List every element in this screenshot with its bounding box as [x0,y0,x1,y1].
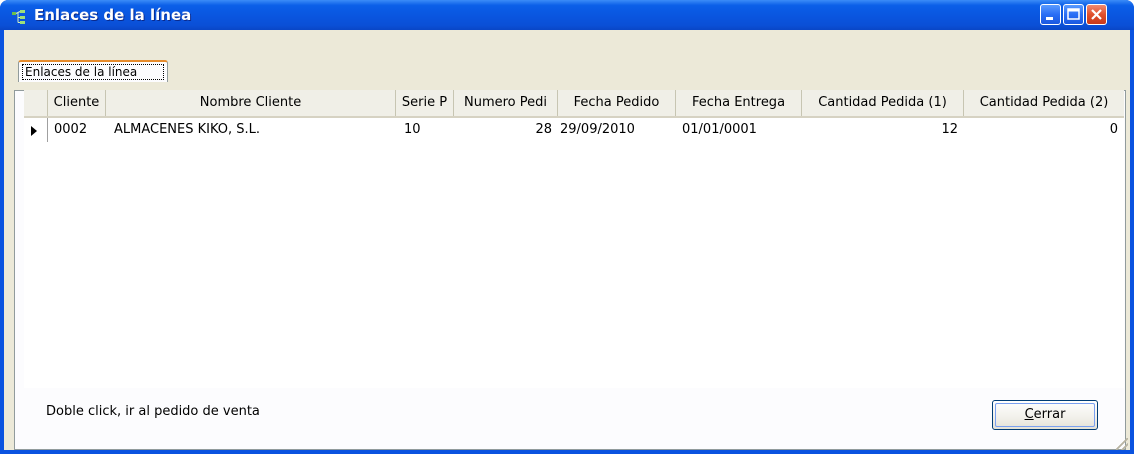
grid-header: Cliente Nombre Cliente Serie P Numero Pe… [24,90,1124,118]
resize-grip-icon[interactable] [1116,438,1128,450]
hint-text: Doble click, ir al pedido de venta [46,404,260,419]
tab-label: Enlaces de la línea [22,64,164,80]
minimize-icon [1046,17,1053,20]
column-header-numero-pedido[interactable]: Numero Pedi [454,90,558,116]
links-grid[interactable]: Cliente Nombre Cliente Serie P Numero Pe… [24,90,1124,388]
column-header-nombre-cliente[interactable]: Nombre Cliente [106,90,396,116]
cell-cantidad-pedida-2[interactable]: 0 [964,118,1118,142]
cell-fecha-pedido[interactable]: 29/09/2010 [560,118,676,142]
column-header-cantidad-pedida-1[interactable]: Cantidad Pedida (1) [802,90,964,116]
tab-enlaces-de-la-linea[interactable]: Enlaces de la línea [18,60,168,82]
column-header-cantidad-pedida-2[interactable]: Cantidad Pedida (2) [964,90,1124,116]
button-mnemonic: C [1024,407,1034,422]
title-bar[interactable]: Enlaces de la línea [0,0,1134,30]
dialog-window: Enlaces de la línea Enlaces de la línea [0,0,1134,454]
minimize-button[interactable] [1040,4,1061,25]
cell-nombre-cliente[interactable]: ALMACENES KIKO, S.L. [114,118,394,142]
table-row[interactable]: 0002 ALMACENES KIKO, S.L. 10 28 29/09/20… [24,118,1124,142]
close-window-button[interactable] [1086,4,1107,25]
cell-fecha-entrega[interactable]: 01/01/0001 [682,118,802,142]
column-header-serie-pedido[interactable]: Serie P [396,90,454,116]
header-indicator-cell [24,90,48,116]
current-row-arrow-icon [31,126,37,136]
close-icon [1091,9,1102,20]
column-header-fecha-entrega[interactable]: Fecha Entrega [676,90,802,116]
row-indicator[interactable] [24,118,48,142]
cell-serie[interactable]: 10 [404,118,454,142]
window-title: Enlaces de la línea [34,6,192,24]
cell-numero-pedido[interactable]: 28 [454,118,552,142]
linked-tree-icon [12,9,30,24]
cerrar-button[interactable]: Cerrar [992,400,1098,430]
column-header-fecha-pedido[interactable]: Fecha Pedido [558,90,676,116]
column-header-cliente[interactable]: Cliente [48,90,106,116]
cell-cliente[interactable]: 0002 [54,118,106,142]
cell-cantidad-pedida-1[interactable]: 12 [802,118,958,142]
button-label-rest: errar [1033,407,1066,422]
maximize-button[interactable] [1063,4,1084,25]
maximize-icon [1067,8,1080,20]
